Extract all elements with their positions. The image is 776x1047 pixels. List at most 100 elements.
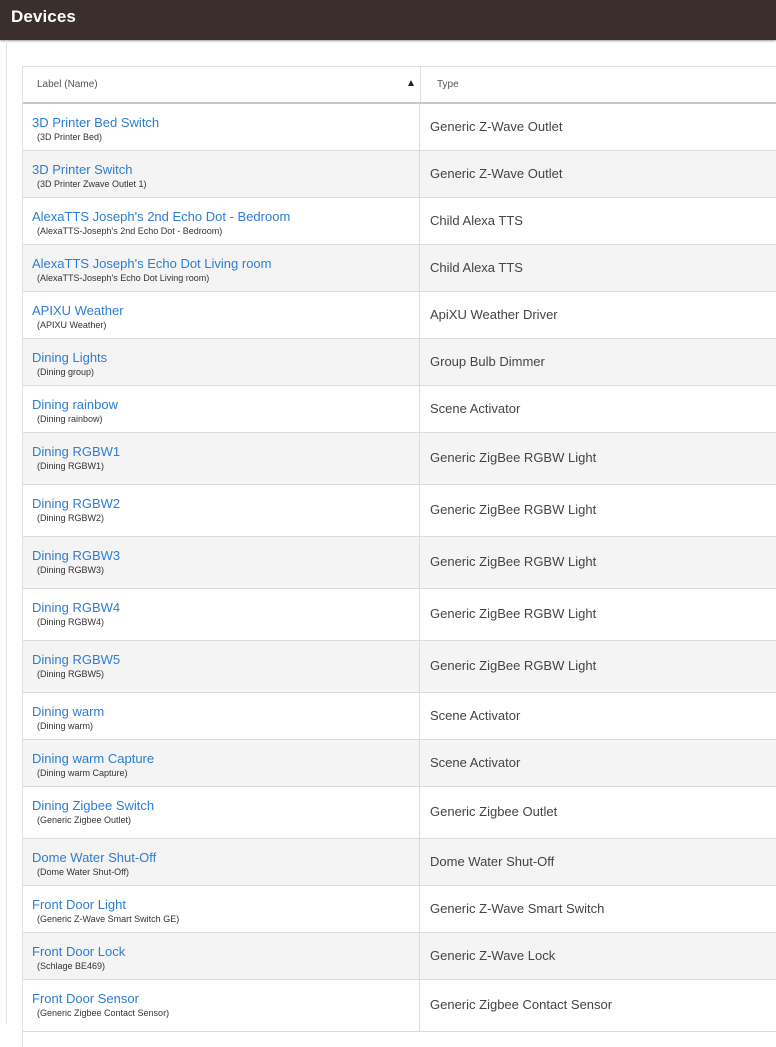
device-name: (AlexaTTS-Joseph's 2nd Echo Dot - Bedroo…: [37, 226, 223, 236]
device-type: Scene Activator: [430, 401, 521, 416]
table-row[interactable]: Front Door Sensor (Generic Zigbee Contact…: [23, 980, 776, 1032]
page-title: Devices: [11, 7, 76, 26]
label-cell: APIXU Weather (APIXU Weather): [23, 292, 420, 338]
device-name: (Dining RGBW5): [37, 669, 105, 679]
device-name: (Dining RGBW1): [37, 461, 105, 471]
device-name: (Dining RGBW2): [37, 513, 105, 523]
table-row[interactable]: Dining RGBW1 (Dining RGBW1) Generic ZigBee…: [23, 433, 776, 485]
column-header-type[interactable]: Type: [437, 67, 459, 102]
device-name: (Dining RGBW3): [37, 565, 105, 575]
device-label-link[interactable]: Front Door Lock: [32, 944, 125, 959]
label-cell: Dining RGBW2 (Dining RGBW2): [23, 485, 420, 536]
table-body: 3D Printer Bed Switch (3D Printer Bed) Gen…: [23, 104, 776, 1032]
column-header-label[interactable]: Label (Name): [37, 67, 98, 102]
device-label-link[interactable]: Front Door Light: [32, 897, 126, 912]
device-label-link[interactable]: AlexaTTS Joseph's 2nd Echo Dot - Bedroom: [32, 209, 290, 224]
device-label-link[interactable]: Dining warm Capture: [32, 751, 154, 766]
device-label-link[interactable]: Dining RGBW5: [32, 652, 120, 667]
sort-ascending-icon[interactable]: [408, 80, 414, 86]
device-label-link[interactable]: Dining RGBW3: [32, 548, 120, 563]
device-label-link[interactable]: Dome Water Shut-Off: [32, 850, 156, 865]
table-row[interactable]: Dining rainbow (Dining rainbow) Scene Acti…: [23, 386, 776, 433]
table-row[interactable]: Dining warm Capture (Dining warm Capture)…: [23, 740, 776, 787]
device-name: (Dining warm): [37, 721, 94, 731]
device-name: (Dining group): [37, 367, 95, 377]
device-type: Child Alexa TTS: [430, 260, 523, 275]
label-cell: Dining RGBW4 (Dining RGBW4): [23, 589, 420, 640]
device-label-link[interactable]: Dining warm: [32, 704, 104, 719]
device-label-link[interactable]: 3D Printer Bed Switch: [32, 115, 159, 130]
device-type: Generic ZigBee RGBW Light: [430, 658, 597, 673]
table-row[interactable]: AlexaTTS Joseph's Echo Dot Living room (A…: [23, 245, 776, 292]
table-row[interactable]: Dining RGBW3 (Dining RGBW3) Generic ZigBee…: [23, 537, 776, 589]
label-cell: Front Door Lock (Schlage BE469): [23, 933, 420, 979]
table-row[interactable]: APIXU Weather (APIXU Weather) ApiXU Weathe…: [23, 292, 776, 339]
device-type: Generic Z-Wave Outlet: [430, 119, 563, 134]
table-row[interactable]: Front Door Lock (Schlage BE469) Generic Z-…: [23, 933, 776, 980]
table-row[interactable]: AlexaTTS Joseph's 2nd Echo Dot - Bedroom…: [23, 198, 776, 245]
label-cell: Dining Lights (Dining group): [23, 339, 420, 385]
device-label-link[interactable]: Dining Lights: [32, 350, 107, 365]
device-type: Dome Water Shut-Off: [430, 854, 555, 869]
device-label-link[interactable]: Dining rainbow: [32, 397, 118, 412]
device-label-link[interactable]: Dining RGBW4: [32, 600, 120, 615]
device-type: Generic Zigbee Outlet: [430, 804, 558, 819]
device-type: Generic Z-Wave Smart Switch: [430, 901, 605, 916]
label-cell: AlexaTTS Joseph's Echo Dot Living room (A…: [23, 245, 420, 291]
device-name: (Generic Zigbee Outlet): [37, 815, 132, 825]
device-label-link[interactable]: 3D Printer Switch: [32, 162, 132, 177]
table-header: Label (Name) Type: [23, 67, 776, 104]
table-row[interactable]: Dome Water Shut-Off (Dome Water Shut-Off)…: [23, 839, 776, 886]
device-label-link[interactable]: Dining RGBW1: [32, 444, 120, 459]
device-type: Child Alexa TTS: [430, 213, 523, 228]
label-cell: 3D Printer Bed Switch (3D Printer Bed): [23, 104, 420, 150]
label-cell: Dining warm Capture (Dining warm Capture): [23, 740, 420, 786]
app-header: Devices: [0, 0, 776, 40]
device-name: (Generic Z-Wave Smart Switch GE): [37, 914, 180, 924]
device-type: Generic ZigBee RGBW Light: [430, 554, 597, 569]
label-cell: Front Door Light (Generic Z-Wave Smart Sw…: [23, 886, 420, 932]
label-cell: 3D Printer Switch (3D Printer Zwave Outle…: [23, 151, 420, 197]
device-label-link[interactable]: Dining Zigbee Switch: [32, 798, 154, 813]
device-type: Scene Activator: [430, 755, 521, 770]
devices-table: Label (Name) Type 3D Printer Bed Switch (…: [22, 66, 776, 1047]
table-row[interactable]: 3D Printer Switch (3D Printer Zwave Outle…: [23, 151, 776, 198]
label-cell: AlexaTTS Joseph's 2nd Echo Dot - Bedroom…: [23, 198, 420, 244]
table-row[interactable]: Dining RGBW5 (Dining RGBW5) Generic ZigBee…: [23, 641, 776, 693]
table-row[interactable]: Dining RGBW2 (Dining RGBW2) Generic ZigBee…: [23, 485, 776, 537]
device-type: ApiXU Weather Driver: [430, 307, 558, 322]
label-cell: Front Door Sensor (Generic Zigbee Contact…: [23, 980, 420, 1031]
label-cell: Dining warm (Dining warm): [23, 693, 420, 739]
device-name: (3D Printer Zwave Outlet 1): [37, 179, 147, 189]
device-name: (Dome Water Shut-Off): [37, 867, 130, 877]
table-row[interactable]: Dining Zigbee Switch (Generic Zigbee Outl…: [23, 787, 776, 839]
device-type: Generic Z-Wave Lock: [430, 948, 556, 963]
table-row[interactable]: Dining warm (Dining warm) Scene Activator: [23, 693, 776, 740]
device-name: (Dining rainbow): [37, 414, 103, 424]
device-name: (Schlage BE469): [37, 961, 106, 971]
device-label-link[interactable]: Front Door Sensor: [32, 991, 139, 1006]
device-label-link[interactable]: Dining RGBW2: [32, 496, 120, 511]
device-name: (Dining warm Capture): [37, 768, 128, 778]
device-type: Generic Z-Wave Outlet: [430, 166, 563, 181]
sidebar-divider: [6, 40, 7, 1024]
label-cell: Dining Zigbee Switch (Generic Zigbee Outl…: [23, 787, 420, 838]
device-type: Generic ZigBee RGBW Light: [430, 502, 597, 517]
table-row[interactable]: Front Door Light (Generic Z-Wave Smart Sw…: [23, 886, 776, 933]
label-cell: Dining RGBW1 (Dining RGBW1): [23, 433, 420, 484]
device-type: Generic Zigbee Contact Sensor: [430, 997, 613, 1012]
table-row[interactable]: Dining RGBW4 (Dining RGBW4) Generic ZigBee…: [23, 589, 776, 641]
device-type: Scene Activator: [430, 708, 521, 723]
device-name: (Generic Zigbee Contact Sensor): [37, 1008, 170, 1018]
column-divider: [420, 67, 421, 102]
label-cell: Dining RGBW3 (Dining RGBW3): [23, 537, 420, 588]
device-label-link[interactable]: APIXU Weather: [32, 303, 124, 318]
label-cell: Dining rainbow (Dining rainbow): [23, 386, 420, 432]
device-type: Generic ZigBee RGBW Light: [430, 450, 597, 465]
device-label-link[interactable]: AlexaTTS Joseph's Echo Dot Living room: [32, 256, 271, 271]
table-row[interactable]: Dining Lights (Dining group) Group Bulb Di…: [23, 339, 776, 386]
device-name: (AlexaTTS-Joseph's Echo Dot Living room): [37, 273, 210, 283]
device-type: Generic ZigBee RGBW Light: [430, 606, 597, 621]
table-row[interactable]: 3D Printer Bed Switch (3D Printer Bed) Gen…: [23, 104, 776, 151]
label-cell: Dining RGBW5 (Dining RGBW5): [23, 641, 420, 692]
